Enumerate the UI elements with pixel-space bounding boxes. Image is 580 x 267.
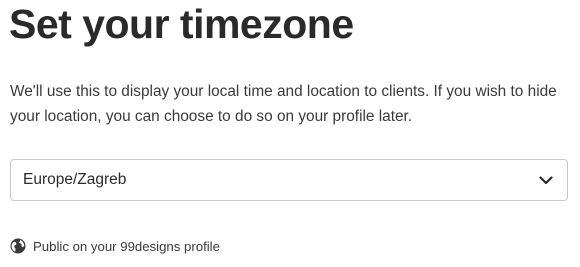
- timezone-select[interactable]: Europe/Zagreb: [10, 159, 568, 201]
- globe-icon: [10, 238, 26, 254]
- chevron-down-icon: [538, 172, 554, 188]
- privacy-note: Public on your 99designs profile: [10, 238, 220, 254]
- page-title: Set your timezone: [9, 1, 354, 47]
- page-description: We'll use this to display your local tim…: [10, 83, 557, 125]
- privacy-text: Public on your 99designs profile: [33, 238, 220, 254]
- timezone-select-value: Europe/Zagreb: [23, 171, 127, 188]
